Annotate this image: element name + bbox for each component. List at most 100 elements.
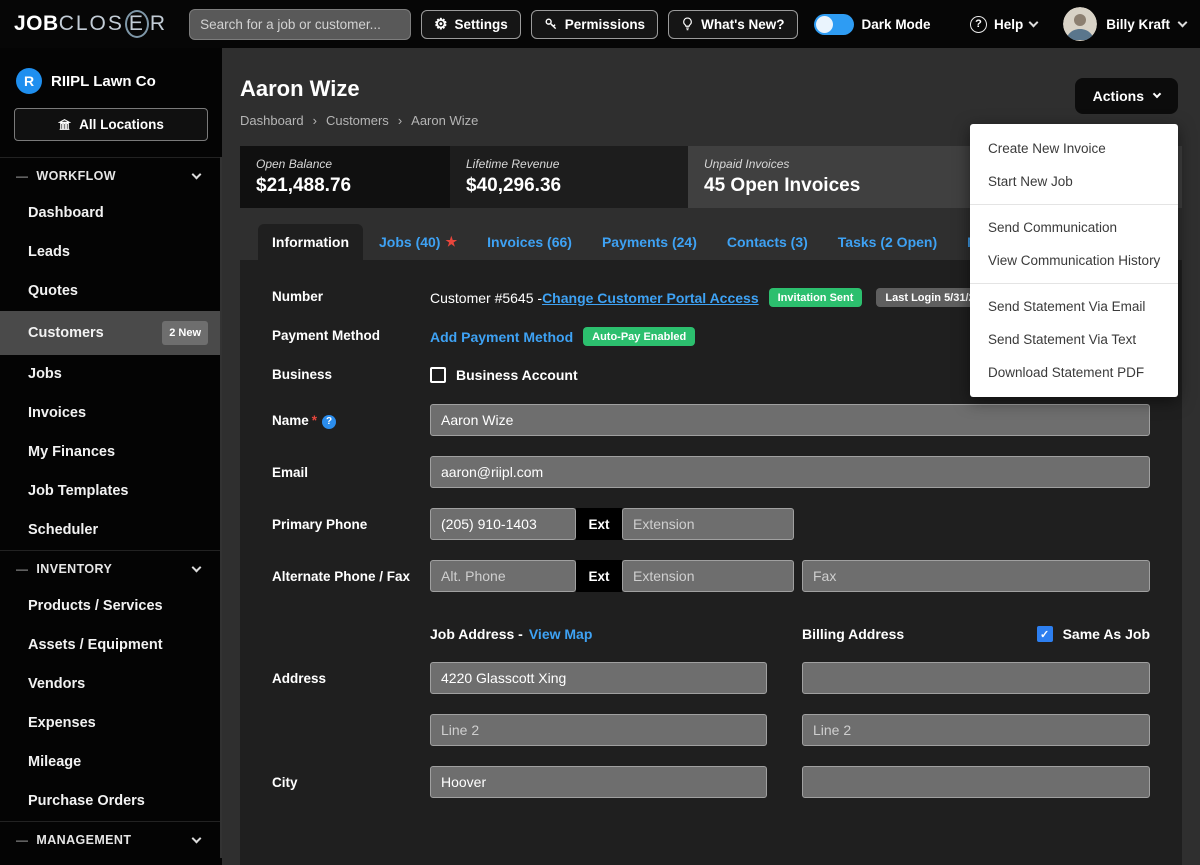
business-account-checkbox[interactable] <box>430 367 446 383</box>
section-label: WORKFLOW <box>36 169 116 183</box>
main-content: Aaron Wize Dashboard › Customers › Aaron… <box>222 48 1200 865</box>
menu-divider <box>970 204 1178 205</box>
logo-text-light-end: R <box>150 12 167 36</box>
job-city-input[interactable] <box>430 766 767 798</box>
same-as-job-control: ✓ Same As Job <box>1037 626 1150 642</box>
name-input[interactable] <box>430 404 1150 436</box>
help-menu[interactable]: ? Help <box>970 16 1037 33</box>
dark-mode-control: Dark Mode <box>814 14 931 35</box>
page-title: Aaron Wize <box>240 76 1182 102</box>
chevron-down-icon <box>192 833 202 843</box>
menu-item-send-communication[interactable]: Send Communication <box>970 211 1178 244</box>
sidebar-item-label: Scheduler <box>28 521 98 540</box>
sidebar-item-label: Job Templates <box>28 482 128 501</box>
alt-phone-input[interactable] <box>430 560 576 592</box>
sidebar-item-my-finances[interactable]: My Finances <box>0 433 220 472</box>
section-inventory[interactable]: — INVENTORY <box>0 550 220 587</box>
tab-label: Information <box>272 234 349 250</box>
city-row: City <box>272 766 1150 798</box>
fax-input[interactable] <box>802 560 1150 592</box>
sidebar-item-invoices[interactable]: Invoices <box>0 394 220 433</box>
billing-line2-input[interactable] <box>802 714 1150 746</box>
email-row: Email <box>272 456 1150 488</box>
building-icon <box>58 118 71 131</box>
sidebar-item-scheduler[interactable]: Scheduler <box>0 511 220 550</box>
menu-item-download-statement-pdf[interactable]: Download Statement PDF <box>970 356 1178 389</box>
name-label: Name*? <box>272 404 430 436</box>
menu-item-create-new-invoice[interactable]: Create New Invoice <box>970 132 1178 165</box>
same-as-job-checkbox[interactable]: ✓ <box>1037 626 1053 642</box>
chevron-down-icon <box>1153 90 1161 98</box>
sidebar-item-assets-equipment[interactable]: Assets / Equipment <box>0 626 220 665</box>
sidebar-item-label: Products / Services <box>28 597 163 616</box>
stat-lifetime-revenue: Lifetime Revenue $40,296.36 <box>450 146 688 208</box>
section-workflow[interactable]: — WORKFLOW <box>0 157 220 194</box>
toggle-knob <box>816 16 833 33</box>
tab-label: Payments (24) <box>602 234 697 250</box>
job-line2-input[interactable] <box>430 714 767 746</box>
chevron-down-icon <box>192 562 202 572</box>
breadcrumb-separator: › <box>398 113 402 128</box>
sidebar-item-dashboard[interactable]: Dashboard <box>0 194 220 233</box>
sidebar-item-quotes[interactable]: Quotes <box>0 272 220 311</box>
tab-information[interactable]: Information <box>258 224 363 260</box>
sidebar-nav: — WORKFLOW Dashboard Leads Quotes Custom… <box>0 157 222 858</box>
menu-item-send-statement-text[interactable]: Send Statement Via Text <box>970 323 1178 356</box>
menu-divider <box>970 283 1178 284</box>
view-map-link[interactable]: View Map <box>529 626 593 642</box>
app-logo[interactable]: JOB CLOS E R <box>14 10 167 38</box>
all-locations-label: All Locations <box>79 117 164 132</box>
sidebar-item-expenses[interactable]: Expenses <box>0 704 220 743</box>
stat-label: Open Balance <box>256 157 434 171</box>
settings-label: Settings <box>455 17 508 32</box>
settings-button[interactable]: ⚙ Settings <box>421 10 521 39</box>
page-header: Aaron Wize Dashboard › Customers › Aaron… <box>240 76 1182 128</box>
email-input[interactable] <box>430 456 1150 488</box>
primary-extension-input[interactable] <box>622 508 794 540</box>
add-payment-method-link[interactable]: Add Payment Method <box>430 329 573 345</box>
change-portal-access-link[interactable]: Change Customer Portal Access <box>542 290 759 306</box>
billing-city-input[interactable] <box>802 766 1150 798</box>
sidebar-item-purchase-orders[interactable]: Purchase Orders <box>0 782 220 821</box>
sidebar-item-jobs[interactable]: Jobs <box>0 355 220 394</box>
alt-extension-input[interactable] <box>622 560 794 592</box>
ext-label: Ext <box>576 508 622 540</box>
address-label: Address <box>272 662 430 694</box>
breadcrumb-customers[interactable]: Customers <box>326 113 389 128</box>
logo-text-bold: JOB <box>14 12 59 36</box>
chevron-down-icon <box>192 169 202 179</box>
sidebar-item-job-templates[interactable]: Job Templates <box>0 472 220 511</box>
breadcrumb-dashboard[interactable]: Dashboard <box>240 113 304 128</box>
all-locations-button[interactable]: All Locations <box>14 108 208 141</box>
autopay-enabled-badge: Auto-Pay Enabled <box>583 327 695 346</box>
sidebar-item-mileage[interactable]: Mileage <box>0 743 220 782</box>
dark-mode-toggle[interactable] <box>814 14 854 35</box>
sidebar-item-customers[interactable]: Customers 2 New <box>0 311 220 355</box>
billing-address-input[interactable] <box>802 662 1150 694</box>
tab-payments[interactable]: Payments (24) <box>588 224 711 260</box>
search-input[interactable] <box>189 9 411 40</box>
alternate-phone-row: Alternate Phone / Fax Ext <box>272 560 1150 592</box>
menu-item-start-new-job[interactable]: Start New Job <box>970 165 1178 198</box>
tab-invoices[interactable]: Invoices (66) <box>473 224 586 260</box>
tab-jobs[interactable]: Jobs (40) ★ <box>365 224 471 260</box>
company-selector[interactable]: R RIIPL Lawn Co <box>0 60 222 102</box>
sidebar-item-products-services[interactable]: Products / Services <box>0 587 220 626</box>
permissions-button[interactable]: Permissions <box>531 10 658 39</box>
info-icon[interactable]: ? <box>322 415 336 429</box>
user-menu[interactable]: Billy Kraft <box>1063 7 1186 41</box>
breadcrumb-separator: › <box>313 113 317 128</box>
chevron-down-icon <box>1029 17 1039 27</box>
sidebar-item-vendors[interactable]: Vendors <box>0 665 220 704</box>
primary-phone-input[interactable] <box>430 508 576 540</box>
whats-new-button[interactable]: What's New? <box>668 10 797 39</box>
sidebar-item-leads[interactable]: Leads <box>0 233 220 272</box>
menu-item-view-communication-history[interactable]: View Communication History <box>970 244 1178 277</box>
menu-item-send-statement-email[interactable]: Send Statement Via Email <box>970 290 1178 323</box>
section-management[interactable]: — MANAGEMENT <box>0 821 220 858</box>
job-address-input[interactable] <box>430 662 767 694</box>
tab-contacts[interactable]: Contacts (3) <box>713 224 822 260</box>
primary-phone-row: Primary Phone Ext <box>272 508 1150 540</box>
actions-button[interactable]: Actions <box>1075 78 1178 114</box>
tab-tasks[interactable]: Tasks (2 Open) <box>824 224 951 260</box>
